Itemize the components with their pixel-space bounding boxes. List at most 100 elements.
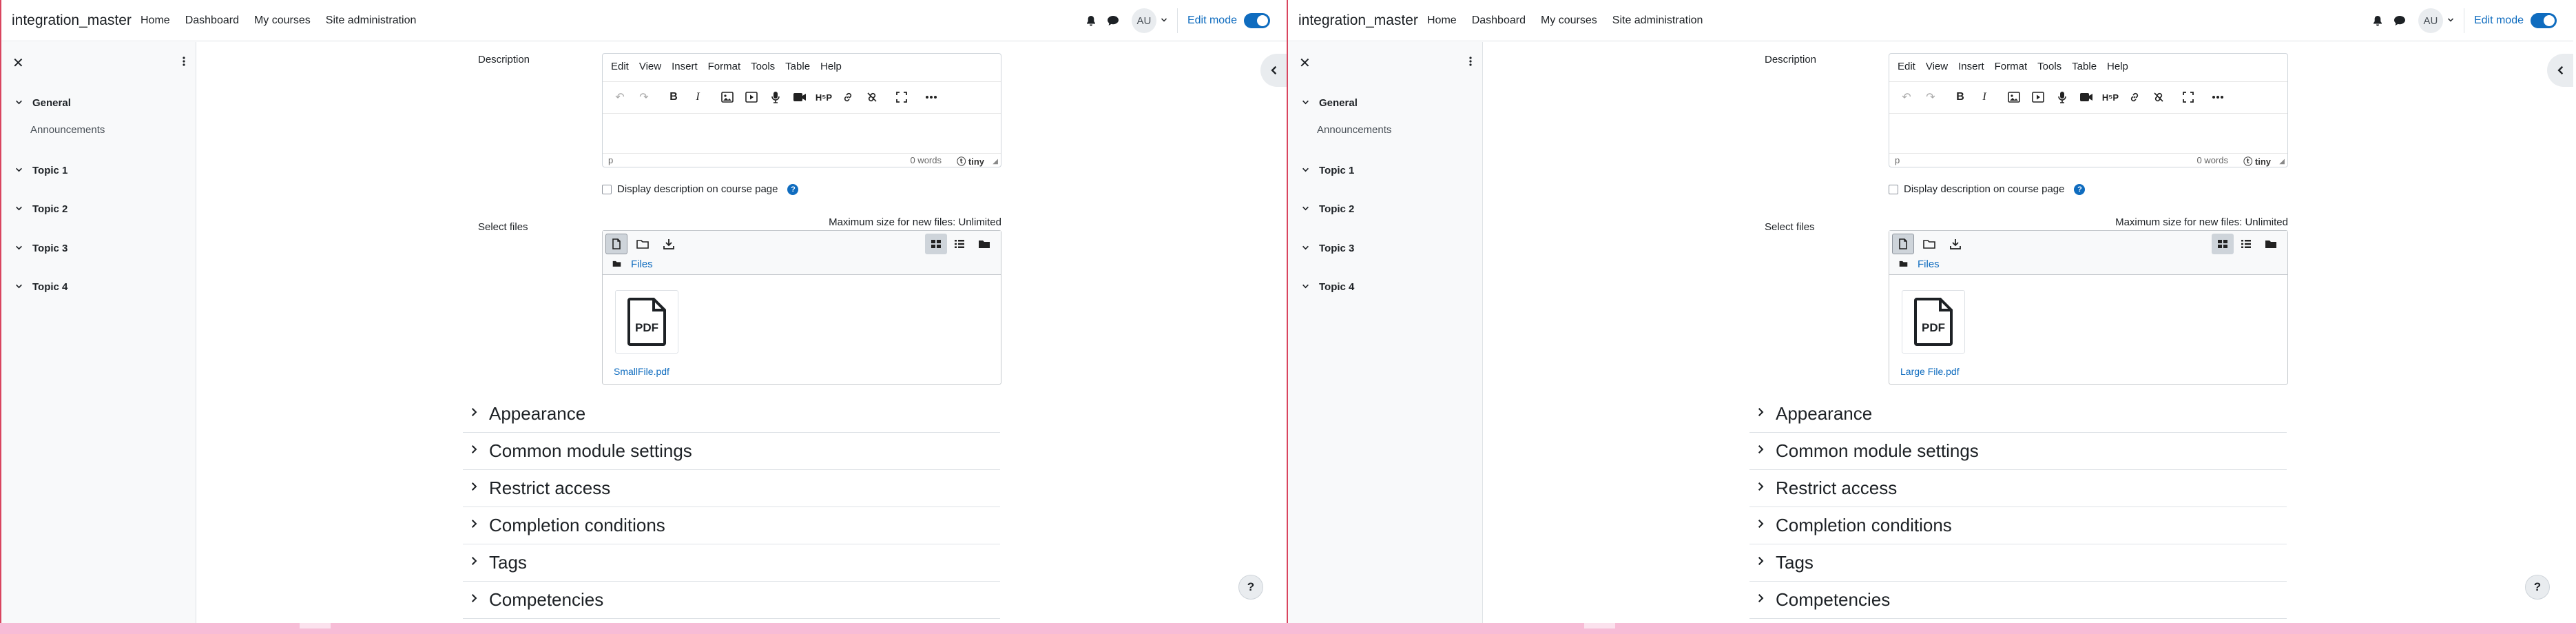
section-title[interactable]: Tags xyxy=(1776,552,1814,573)
section-title[interactable]: Completion conditions xyxy=(1776,515,1952,536)
editor-menu-view[interactable]: View xyxy=(639,61,661,72)
chevron-down-icon[interactable] xyxy=(1302,203,1309,215)
chevron-right-icon[interactable] xyxy=(470,444,478,458)
tree-view-icon[interactable] xyxy=(973,234,995,254)
site-brand[interactable]: integration_master xyxy=(1298,12,1418,29)
italic-icon[interactable]: I xyxy=(1974,87,1995,108)
drawer-activity-announcements[interactable]: Announcements xyxy=(1317,124,1391,136)
chevron-right-icon[interactable] xyxy=(1756,407,1765,420)
editor-menu-edit[interactable]: Edit xyxy=(1898,61,1915,72)
image-icon[interactable] xyxy=(717,87,738,108)
description-editor[interactable]: Edit View Insert Format Tools Table Help… xyxy=(1889,53,2288,167)
italic-icon[interactable]: I xyxy=(687,87,708,108)
chevron-down-icon[interactable] xyxy=(1302,243,1309,254)
chevron-right-icon[interactable] xyxy=(470,482,478,495)
redo-icon[interactable]: ↷ xyxy=(1920,87,1941,108)
section-title[interactable]: Tags xyxy=(489,552,527,573)
bell-icon[interactable] xyxy=(1083,13,1099,28)
link-icon[interactable] xyxy=(2124,87,2145,108)
kebab-icon[interactable] xyxy=(182,56,186,70)
media-icon[interactable] xyxy=(2028,87,2048,108)
section-competencies[interactable]: Competencies xyxy=(463,582,1000,619)
create-folder-icon[interactable] xyxy=(1918,234,1940,254)
tiny-logo[interactable]: ⓣ tiny xyxy=(2243,154,2271,167)
nav-link-my-courses[interactable]: My courses xyxy=(1541,14,1597,27)
close-icon[interactable]: ✕ xyxy=(12,54,24,72)
file-thumbnail[interactable]: PDF xyxy=(1902,290,1965,354)
file-name-link[interactable]: Large File.pdf xyxy=(1900,366,1960,377)
section-restrict-access[interactable]: Restrict access xyxy=(463,470,1000,507)
chevron-down-icon[interactable] xyxy=(15,165,23,176)
create-folder-icon[interactable] xyxy=(632,234,654,254)
fullscreen-icon[interactable] xyxy=(2178,87,2199,108)
download-icon[interactable] xyxy=(1944,234,1966,254)
section-appearance[interactable]: Appearance xyxy=(1749,396,2287,433)
files-root-link[interactable]: Files xyxy=(631,258,653,270)
list-view-icon[interactable] xyxy=(2235,234,2257,254)
kebab-icon[interactable] xyxy=(1468,56,1473,70)
edit-mode-label[interactable]: Edit mode xyxy=(2474,14,2524,27)
drawer-activity-announcements[interactable]: Announcements xyxy=(30,124,105,136)
chevron-down-icon[interactable] xyxy=(15,243,23,254)
editor-element-path[interactable]: p xyxy=(608,155,613,165)
display-description-checkbox[interactable] xyxy=(602,184,612,194)
edit-mode-toggle[interactable] xyxy=(1244,13,1270,28)
nav-link-dashboard[interactable]: Dashboard xyxy=(1472,14,1526,27)
display-description-checkbox[interactable] xyxy=(1889,184,1898,194)
nav-link-home[interactable]: Home xyxy=(141,14,170,27)
more-icon[interactable] xyxy=(2208,87,2228,108)
section-title[interactable]: Common module settings xyxy=(1776,440,1979,462)
section-common-module-settings[interactable]: Common module settings xyxy=(463,433,1000,470)
drawer-section-general[interactable]: General xyxy=(1302,97,1358,109)
section-completion-conditions[interactable]: Completion conditions xyxy=(463,507,1000,544)
bold-icon[interactable]: B xyxy=(1950,87,1971,108)
image-icon[interactable] xyxy=(2004,87,2024,108)
unlink-icon[interactable] xyxy=(2148,87,2169,108)
close-icon[interactable]: ✕ xyxy=(1299,54,1311,72)
media-icon[interactable] xyxy=(741,87,762,108)
editor-menu-insert[interactable]: Insert xyxy=(672,61,698,72)
drawer-section-topic-4[interactable]: Topic 4 xyxy=(1302,281,1354,293)
help-icon[interactable]: ? xyxy=(787,183,799,195)
drawer-toggle-button[interactable] xyxy=(2547,54,2573,87)
nav-link-site-administration[interactable]: Site administration xyxy=(1612,14,1703,27)
chevron-right-icon[interactable] xyxy=(1756,519,1765,532)
chevron-down-icon[interactable] xyxy=(15,281,23,293)
unlink-icon[interactable] xyxy=(862,87,882,108)
chevron-right-icon[interactable] xyxy=(470,556,478,569)
chevron-down-icon[interactable] xyxy=(15,203,23,215)
editor-menu-tools[interactable]: Tools xyxy=(751,61,775,72)
help-icon[interactable]: ? xyxy=(2074,183,2086,195)
nav-link-dashboard[interactable]: Dashboard xyxy=(185,14,239,27)
editor-menu-table[interactable]: Table xyxy=(2072,61,2097,72)
editor-menu-help[interactable]: Help xyxy=(2107,61,2128,72)
section-appearance[interactable]: Appearance xyxy=(463,396,1000,433)
add-file-icon[interactable] xyxy=(605,234,627,254)
section-competencies[interactable]: Competencies xyxy=(1749,582,2287,619)
drawer-section-topic-3[interactable]: Topic 3 xyxy=(1302,243,1354,254)
section-title[interactable]: Restrict access xyxy=(489,478,610,499)
drawer-section-topic-1[interactable]: Topic 1 xyxy=(15,165,67,176)
file-thumbnail[interactable]: PDF xyxy=(615,290,678,354)
fullscreen-icon[interactable] xyxy=(891,87,912,108)
file-name-link[interactable]: SmallFile.pdf xyxy=(614,366,669,377)
undo-icon[interactable]: ↶ xyxy=(1896,87,1917,108)
editor-menu-table[interactable]: Table xyxy=(785,61,810,72)
tree-view-icon[interactable] xyxy=(2260,234,2282,254)
drawer-section-topic-4[interactable]: Topic 4 xyxy=(15,281,67,293)
undo-icon[interactable]: ↶ xyxy=(610,87,630,108)
chevron-down-icon[interactable] xyxy=(15,97,23,109)
editor-menu-format[interactable]: Format xyxy=(1995,61,2028,72)
chevron-right-icon[interactable] xyxy=(1756,556,1765,569)
editor-menu-edit[interactable]: Edit xyxy=(611,61,629,72)
section-title[interactable]: Common module settings xyxy=(489,440,692,462)
resize-handle-icon[interactable]: ◢ xyxy=(993,158,998,165)
nav-link-home[interactable]: Home xyxy=(1427,14,1457,27)
drawer-section-topic-2[interactable]: Topic 2 xyxy=(15,203,67,215)
section-title[interactable]: Completion conditions xyxy=(489,515,665,536)
video-icon[interactable] xyxy=(789,87,810,108)
display-description-label[interactable]: Display description on course page xyxy=(1904,183,2064,195)
editor-menu-help[interactable]: Help xyxy=(820,61,842,72)
microphone-icon[interactable] xyxy=(765,87,786,108)
description-editor[interactable]: Edit View Insert Format Tools Table Help… xyxy=(602,53,1001,167)
